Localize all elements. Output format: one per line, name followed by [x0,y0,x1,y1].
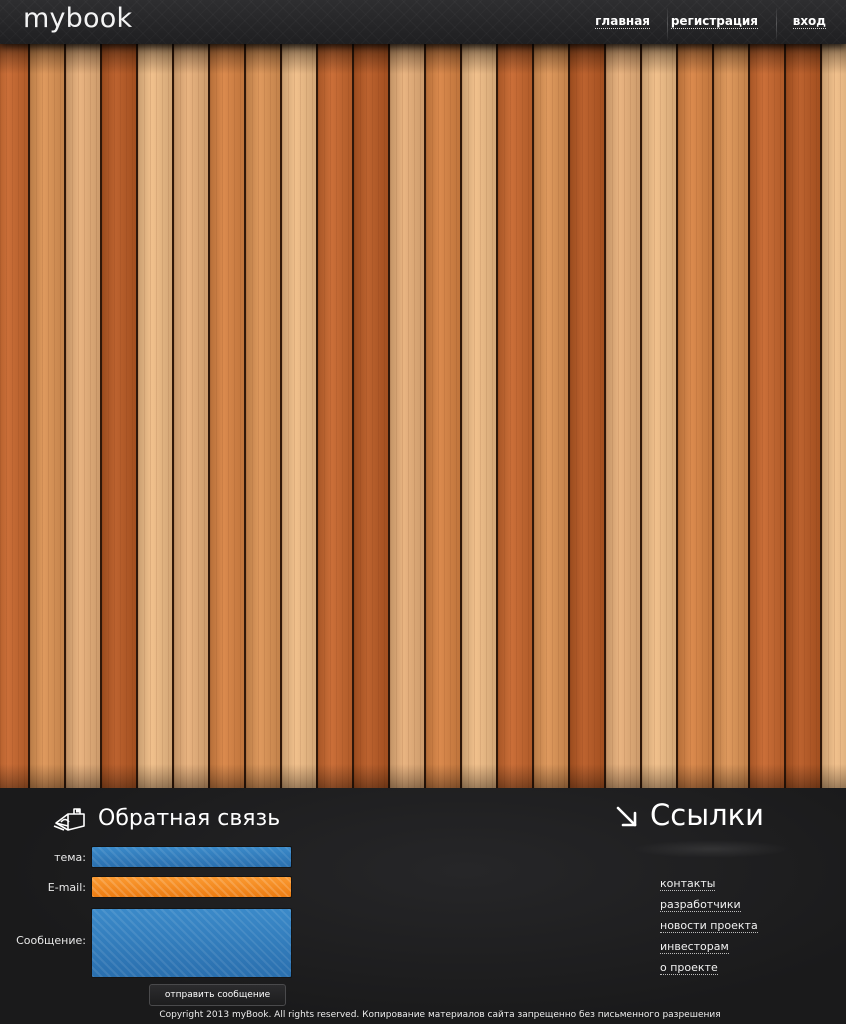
wood-plank [678,44,714,788]
nav-link-register[interactable]: регистрация [670,14,758,29]
wood-plank [606,44,642,788]
nav-divider [667,8,668,40]
wood-plank [462,44,498,788]
subject-field[interactable] [91,846,292,868]
nav-link-login[interactable]: вход [792,14,826,29]
wood-plank [570,44,606,788]
wood-plank [246,44,282,788]
footer-links: контакты разработчики новости проекта ин… [660,872,758,977]
wood-plank [102,44,138,788]
wood-plank [714,44,750,788]
link-project-news[interactable]: новости проекта [660,919,758,933]
wood-plank [0,44,30,788]
arrow-down-right-icon [614,804,640,834]
email-field[interactable] [91,876,292,898]
site-logo[interactable]: mybook [23,3,132,34]
wood-plank [210,44,246,788]
nav-divider [776,8,777,40]
wood-plank [750,44,786,788]
feedback-heading: Обратная связь [98,806,281,831]
email-label: E-mail: [47,881,86,894]
message-label: Сообщение: [16,934,86,947]
list-item: разработчики [660,893,758,914]
message-field[interactable] [91,908,292,978]
wood-plank [786,44,822,788]
top-bar: mybook главная регистрация вход [0,0,846,44]
wood-plank [498,44,534,788]
wood-banner [0,44,846,788]
wood-plank [282,44,318,788]
wood-plank [534,44,570,788]
wood-plank [642,44,678,788]
copyright-text: Copyright 2013 myBook. All rights reserv… [159,1010,721,1020]
wood-plank [354,44,390,788]
footer-panel: Обратная связь тема: E-mail: Сообщение: … [0,788,846,1024]
wood-plank [426,44,462,788]
list-item: контакты [660,872,758,893]
mailbox-icon [52,808,94,838]
list-item: о проекте [660,956,758,977]
link-contacts[interactable]: контакты [660,877,716,891]
list-item: новости проекта [660,914,758,935]
wood-plank [390,44,426,788]
subject-label: тема: [54,851,86,864]
wood-plank [174,44,210,788]
links-heading: Ссылки [650,798,764,832]
nav-link-home[interactable]: главная [595,14,650,29]
send-message-button[interactable]: отправить сообщение [149,984,286,1006]
heading-glow [632,840,792,858]
wood-plank [30,44,66,788]
link-about[interactable]: о проекте [660,961,718,975]
link-investors[interactable]: инвесторам [660,940,729,954]
wood-plank [318,44,354,788]
list-item: инвесторам [660,935,758,956]
link-developers[interactable]: разработчики [660,898,741,912]
wood-plank [66,44,102,788]
wood-plank [138,44,174,788]
wood-plank [822,44,846,788]
